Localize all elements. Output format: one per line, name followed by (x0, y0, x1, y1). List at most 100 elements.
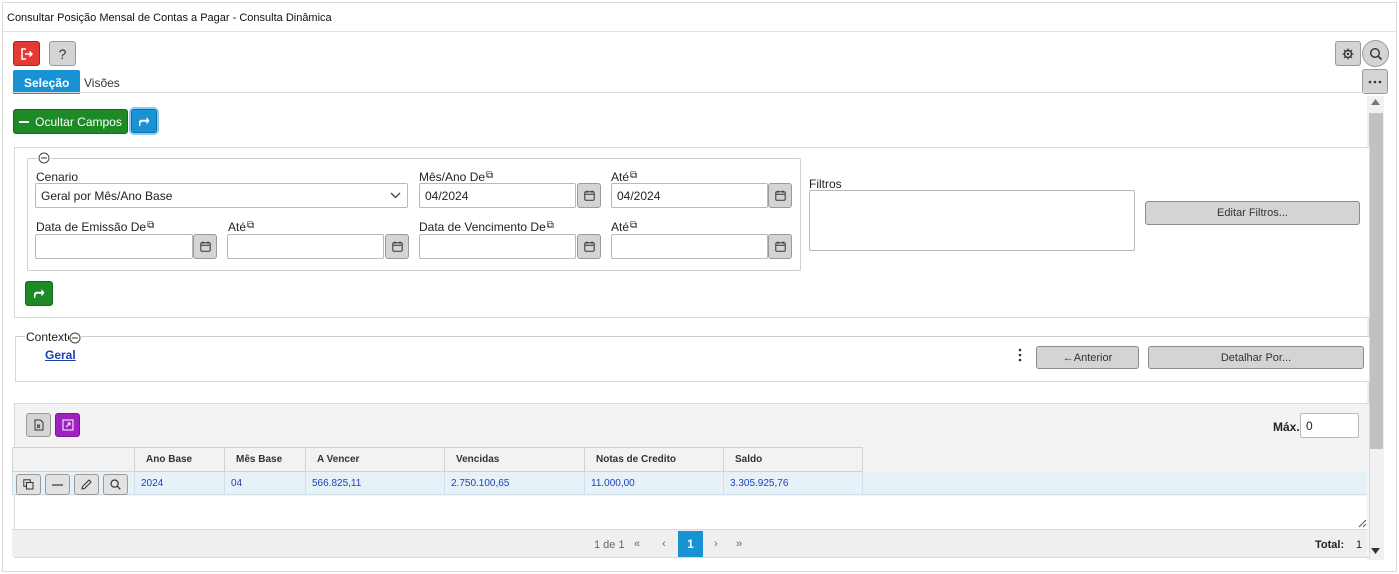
col-header[interactable]: Saldo (723, 447, 863, 472)
data-vencimento-ate-calendar-button[interactable] (768, 234, 792, 259)
previous-button[interactable]: ←Anterior (1036, 346, 1139, 369)
scroll-down-icon[interactable] (1371, 548, 1380, 554)
share-arrow-icon (33, 288, 45, 299)
gear-icon (1342, 48, 1354, 60)
cell-mes-base[interactable]: 04 (224, 471, 306, 495)
cell-a-vencer[interactable]: 566.825,11 (305, 471, 445, 495)
exit-button[interactable] (13, 41, 40, 66)
filtros-label: Filtros (809, 177, 842, 191)
ellipsis-icon (1368, 80, 1382, 84)
col-header[interactable]: A Vencer (305, 447, 445, 472)
data-vencimento-de-calendar-button[interactable] (577, 234, 601, 259)
max-label: Máx. (1273, 420, 1300, 434)
col-header[interactable]: Vencidas (444, 447, 585, 472)
total-label: Total: (1315, 539, 1345, 551)
context-label: Contexto (25, 330, 76, 344)
data-vencimento-de-input[interactable] (419, 234, 576, 259)
page-info: 1 de 1 (594, 539, 625, 551)
data-vencimento-ate-input[interactable] (611, 234, 768, 259)
file-excel-icon (34, 419, 44, 431)
collapse-icon[interactable] (37, 152, 51, 164)
actions-header (12, 447, 135, 472)
tab-divider (11, 92, 1367, 93)
mes-ano-de-input[interactable]: 04/2024 (419, 183, 576, 208)
current-page-button[interactable]: 1 (678, 531, 703, 557)
data-vencimento-de-label-text: Data de Vencimento De (419, 220, 546, 234)
mes-ano-de-label: Mês/Ano De⧉ (419, 170, 493, 184)
next-page-icon[interactable]: › (714, 538, 718, 550)
data-emissao-ate-input[interactable] (227, 234, 384, 259)
data-emissao-de-input[interactable] (35, 234, 193, 259)
scroll-up-icon[interactable] (1371, 99, 1380, 105)
execute-button[interactable] (25, 281, 53, 306)
context-link-geral[interactable]: Geral (45, 348, 76, 362)
mes-ano-ate-value: 04/2024 (617, 189, 661, 203)
cell-notas-credito[interactable]: 11.000,00 (584, 471, 724, 495)
col-header[interactable]: Mês Base (224, 447, 306, 472)
data-emissao-ate-label-text: Até (228, 220, 247, 234)
mes-ano-ate-calendar-button[interactable] (768, 183, 792, 208)
cell-saldo[interactable]: 3.305.925,76 (723, 471, 863, 495)
cell-vencidas[interactable]: 2.750.100,65 (444, 471, 585, 495)
prev-page-icon[interactable]: ‹ (662, 538, 666, 550)
grid-empty-area (15, 496, 1367, 529)
window-title: Consultar Posição Mensal de Contas a Pag… (3, 3, 1396, 32)
col-header[interactable]: Notas de Credito (584, 447, 724, 472)
data-emissao-ate-calendar-button[interactable] (385, 234, 409, 259)
hide-fields-label: Ocultar Campos (35, 114, 122, 129)
pager-bar: 1 de 1 « ‹ 1 › » Total: 1 (12, 529, 1367, 557)
data-emissao-de-calendar-button[interactable] (193, 234, 217, 259)
search-icon (1369, 47, 1383, 61)
context-collapse-icon[interactable] (69, 332, 81, 344)
cell-ano-base[interactable]: 2024 (134, 471, 225, 495)
row-copy-button[interactable] (16, 474, 41, 495)
scrollbar-thumb[interactable] (1369, 113, 1383, 449)
mes-ano-de-value: 04/2024 (425, 189, 469, 203)
share-button[interactable] (131, 109, 157, 133)
edit-filters-button[interactable]: Editar Filtros... (1145, 201, 1360, 225)
first-page-icon[interactable]: « (634, 538, 640, 550)
table-row[interactable]: 2024 04 566.825,11 2.750.100,65 11.000,0… (12, 471, 863, 495)
kebab-menu-icon[interactable] (1018, 348, 1022, 362)
cenario-select[interactable]: Geral por Mês/Ano Base (35, 183, 408, 208)
last-page-icon[interactable]: » (736, 538, 742, 550)
more-options-button[interactable] (1362, 69, 1388, 94)
export-excel-button[interactable] (26, 413, 51, 437)
pencil-icon (81, 479, 92, 490)
row-delete-button[interactable] (45, 474, 70, 495)
calendar-icon (774, 241, 786, 252)
copy-icon[interactable]: ⧉ (247, 220, 254, 231)
mes-ano-ate-input[interactable]: 04/2024 (611, 183, 768, 208)
calendar-icon (583, 190, 595, 201)
context-label-text: Contexto (26, 330, 75, 344)
data-emissao-de-label-text: Data de Emissão De (36, 220, 147, 234)
max-input[interactable]: 0 (1300, 413, 1359, 438)
filtros-textarea[interactable] (809, 190, 1135, 251)
col-header[interactable]: Ano Base (134, 447, 225, 472)
results-table: Ano Base Mês Base A Vencer Vencidas Nota… (12, 447, 863, 495)
mes-ano-de-calendar-button[interactable] (577, 183, 601, 208)
calendar-icon (583, 241, 595, 252)
copy-icon[interactable]: ⧉ (630, 170, 637, 181)
calendar-icon (199, 241, 211, 252)
row-view-button[interactable] (103, 474, 128, 495)
tab-visoes[interactable]: Visões (73, 70, 131, 94)
hide-fields-button[interactable]: Ocultar Campos (13, 109, 128, 134)
resize-handle-icon[interactable] (1358, 519, 1367, 528)
data-vencimento-ate-label: Até⧉ (611, 220, 637, 234)
copy-icon[interactable]: ⧉ (147, 220, 154, 231)
copy-icon[interactable]: ⧉ (630, 220, 637, 231)
copy-icon[interactable]: ⧉ (547, 220, 554, 231)
row-edit-button[interactable] (74, 474, 99, 495)
tab-selecao[interactable]: Seleção (13, 70, 81, 94)
detail-by-button[interactable]: Detalhar Por... (1148, 346, 1364, 369)
expand-button[interactable] (55, 413, 80, 437)
mes-ano-de-label-text: Mês/Ano De (419, 170, 486, 184)
copy-icon[interactable]: ⧉ (486, 170, 493, 181)
settings-button[interactable] (1335, 41, 1361, 66)
search-button[interactable] (1362, 40, 1389, 67)
help-button[interactable]: ? (49, 41, 76, 66)
mes-ano-ate-label: Até⧉ (611, 170, 637, 184)
table-header-row: Ano Base Mês Base A Vencer Vencidas Nota… (12, 447, 863, 472)
copy-icon (23, 479, 34, 490)
